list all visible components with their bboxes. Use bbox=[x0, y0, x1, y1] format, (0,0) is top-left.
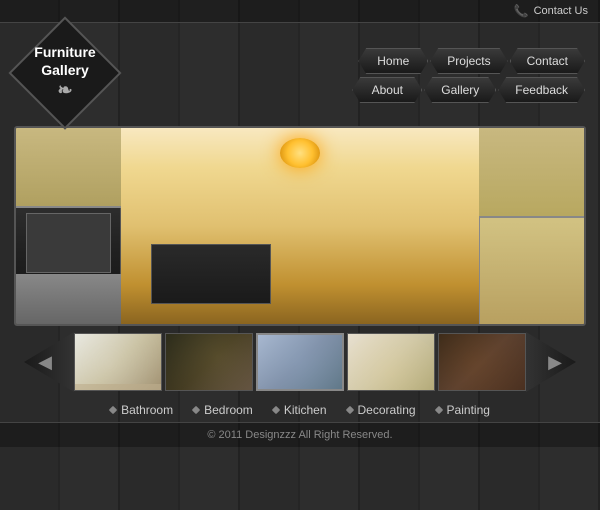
contact-us-label: Contact Us bbox=[534, 5, 588, 17]
navigation: Home Projects Contact About Gallery Feed… bbox=[352, 43, 585, 103]
category-bedroom[interactable]: Bedroom bbox=[193, 403, 253, 417]
category-kitchen[interactable]: Kitichen bbox=[273, 403, 327, 417]
kitchen-scene bbox=[16, 128, 584, 324]
category-kitchen-label: Kitichen bbox=[284, 403, 327, 417]
footer: © 2011 Designzzz All Right Reserved. bbox=[0, 422, 600, 447]
thumbnail-bedroom[interactable] bbox=[165, 333, 253, 391]
thumbnail-kitchen[interactable] bbox=[256, 333, 344, 391]
category-nav: Bathroom Bedroom Kitichen Decorating Pai… bbox=[0, 398, 600, 422]
category-dot bbox=[272, 406, 280, 414]
kitchen-appliance bbox=[26, 213, 111, 273]
nav-gallery[interactable]: Gallery bbox=[424, 77, 496, 103]
thumbnails-container bbox=[74, 333, 526, 391]
kitchen-cabinets-left bbox=[16, 128, 121, 208]
nav-projects[interactable]: Projects bbox=[430, 48, 507, 74]
kitchen-island bbox=[151, 244, 271, 304]
kitchen-chandelier bbox=[280, 138, 320, 168]
nav-row-1: Home Projects Contact bbox=[358, 48, 585, 74]
thumbnail-decorating[interactable] bbox=[347, 333, 435, 391]
thumbnails-section: ◀ ▶ bbox=[0, 332, 600, 392]
nav-about[interactable]: About bbox=[352, 77, 422, 103]
main-image bbox=[14, 126, 586, 326]
category-dot bbox=[434, 406, 442, 414]
logo-swirl: ❧ bbox=[34, 79, 95, 102]
category-bathroom[interactable]: Bathroom bbox=[110, 403, 173, 417]
kitchen-left-panel bbox=[16, 128, 121, 324]
thumbnail-painting[interactable] bbox=[438, 333, 526, 391]
logo-line1: Furniture bbox=[34, 43, 95, 61]
nav-feedback[interactable]: Feedback bbox=[498, 77, 585, 103]
kitchen-center bbox=[121, 128, 479, 324]
header: Furniture Gallery ❧ Home Projects Contac… bbox=[0, 23, 600, 118]
thumb-next-button[interactable]: ▶ bbox=[526, 332, 576, 392]
phone-icon: 📞 bbox=[514, 4, 529, 18]
kitchen-cabinets-right bbox=[479, 128, 584, 218]
nav-contact[interactable]: Contact bbox=[510, 48, 585, 74]
kitchen-counter-left bbox=[16, 274, 121, 324]
kitchen-right-panel bbox=[479, 128, 584, 324]
category-bedroom-label: Bedroom bbox=[204, 403, 253, 417]
contact-us-link[interactable]: 📞 Contact Us bbox=[514, 4, 588, 18]
category-bathroom-label: Bathroom bbox=[121, 403, 173, 417]
category-decorating[interactable]: Decorating bbox=[347, 403, 416, 417]
copyright-text: © 2011 Designzzz All Right Reserved. bbox=[207, 429, 392, 441]
thumb-prev-button[interactable]: ◀ bbox=[24, 332, 74, 392]
category-dot bbox=[192, 406, 200, 414]
category-painting-label: Painting bbox=[447, 403, 490, 417]
category-dot bbox=[345, 406, 353, 414]
logo[interactable]: Furniture Gallery ❧ bbox=[15, 28, 115, 118]
nav-home[interactable]: Home bbox=[358, 48, 428, 74]
logo-text: Furniture Gallery ❧ bbox=[34, 43, 95, 103]
logo-line2: Gallery bbox=[34, 61, 95, 79]
category-decorating-label: Decorating bbox=[358, 403, 416, 417]
nav-row-2: About Gallery Feedback bbox=[352, 77, 585, 103]
category-dot bbox=[109, 406, 117, 414]
category-painting[interactable]: Painting bbox=[436, 403, 490, 417]
thumbnail-bathroom[interactable] bbox=[74, 333, 162, 391]
top-bar: 📞 Contact Us bbox=[0, 0, 600, 23]
